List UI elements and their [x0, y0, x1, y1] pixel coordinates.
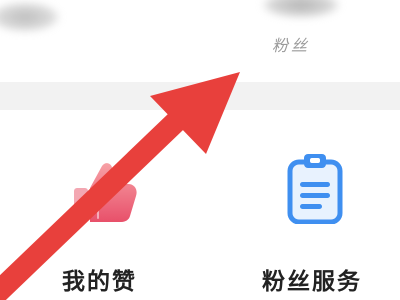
fan-service-button[interactable]: 粉丝服务: [200, 110, 400, 300]
thumbs-up-icon: [74, 163, 137, 222]
stats-row: 粉丝: [0, 0, 400, 82]
clipboard-icon: [287, 154, 343, 224]
fans-stat-label[interactable]: 粉丝: [272, 32, 310, 56]
fan-service-label: 粉丝服务: [262, 269, 362, 295]
profile-page: 粉丝 我的赞 粉丝服务: [0, 0, 400, 300]
my-likes-label: 我的赞: [62, 269, 137, 295]
blurred-fans-count: [262, 0, 340, 18]
blurred-stat-count: [0, 2, 60, 32]
my-likes-button[interactable]: 我的赞: [0, 110, 200, 300]
section-divider: [0, 82, 400, 110]
services-row: 我的赞 粉丝服务: [0, 110, 400, 300]
